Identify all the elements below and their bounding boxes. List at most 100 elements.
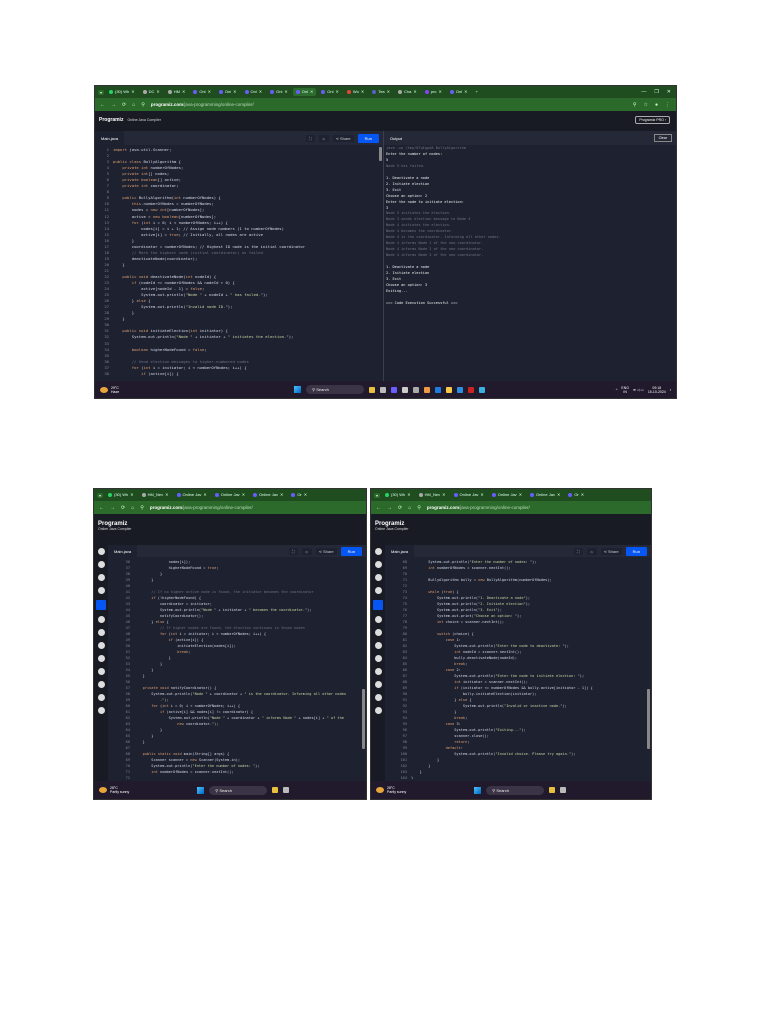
tab-close-icon[interactable]: ✕: [387, 89, 390, 94]
browser-tab[interactable]: Onl ✕: [318, 88, 342, 96]
tab-close-icon[interactable]: ✕: [182, 89, 185, 94]
site-info-icon[interactable]: ⚲: [141, 102, 145, 108]
url-field[interactable]: programiz.com/java-programming/online-co…: [150, 505, 253, 510]
browser-tab[interactable]: (30) Wh ✕: [382, 491, 414, 499]
browser-tab[interactable]: Or ✕: [288, 491, 310, 499]
browser-tab[interactable]: Or ✕: [565, 491, 587, 499]
sidebar-python-icon[interactable]: [374, 548, 382, 555]
taskbar-app-icon[interactable]: [446, 386, 453, 393]
taskbar-app-icon[interactable]: [468, 386, 475, 393]
sidebar-swift-icon[interactable]: [374, 694, 382, 701]
back-icon[interactable]: ←: [100, 102, 105, 108]
home-icon[interactable]: ⌂: [132, 102, 135, 108]
reload-icon[interactable]: ⟳: [122, 102, 126, 108]
browser-tab[interactable]: Onl ✕: [292, 87, 317, 97]
code-editor[interactable]: 36 nodes[i]); 37 higherNodeFound = true; 3…: [108, 559, 362, 779]
site-info-icon[interactable]: ⚲: [140, 505, 144, 511]
reload-icon[interactable]: ⟳: [398, 505, 402, 511]
tray-chevron-icon[interactable]: ^: [616, 388, 618, 392]
browser-tab[interactable]: HM_Nev ✕: [416, 491, 449, 499]
tab-close-icon[interactable]: ✕: [304, 492, 307, 497]
taskbar-app-icon[interactable]: [391, 386, 398, 393]
tab-search-button[interactable]: ▾: [374, 492, 380, 498]
home-icon[interactable]: ⌂: [131, 505, 134, 511]
forward-icon[interactable]: →: [110, 505, 115, 511]
taskbar-app-icon[interactable]: [424, 386, 431, 393]
taskbar-app-icon[interactable]: [457, 386, 464, 393]
sidebar-c-icon[interactable]: [374, 616, 382, 623]
code-editor[interactable]: 1 import java.util.Scanner; 2 3 public class…: [95, 147, 379, 379]
tab-close-icon[interactable]: ✕: [259, 89, 262, 94]
tab-close-icon[interactable]: ✕: [464, 89, 467, 94]
theme-toggle-icon[interactable]: ☼: [301, 547, 312, 555]
language-indicator[interactable]: ENG IN: [621, 386, 629, 394]
browser-tab[interactable]: Onl ✕: [447, 88, 471, 96]
minimize-button[interactable]: —: [641, 89, 646, 95]
sidebar-java-icon[interactable]: [96, 600, 106, 610]
run-button[interactable]: Run: [625, 546, 647, 556]
start-button[interactable]: [197, 786, 205, 794]
run-button[interactable]: Run: [357, 133, 379, 143]
sidebar-csharp-icon[interactable]: [97, 642, 105, 649]
weather-widget[interactable]: 28°C Partly sunny: [94, 786, 129, 794]
clock[interactable]: 09:18 15-10-2024: [648, 386, 666, 394]
weather-widget[interactable]: 28°C Partly sunny: [371, 786, 406, 794]
notification-icon[interactable]: ▪: [670, 388, 671, 392]
zoom-icon[interactable]: ⚲: [633, 102, 637, 108]
reload-icon[interactable]: ⟳: [121, 505, 125, 511]
sidebar-c-icon[interactable]: [97, 616, 105, 623]
tab-close-icon[interactable]: ✕: [310, 89, 313, 94]
back-icon[interactable]: ←: [99, 505, 104, 511]
browser-tab[interactable]: Online Jav ✕: [489, 491, 525, 499]
tab-close-icon[interactable]: ✕: [361, 89, 364, 94]
browser-tab[interactable]: DC ✕: [140, 88, 163, 96]
home-icon[interactable]: ⌂: [408, 505, 411, 511]
sidebar-rust-icon[interactable]: [374, 707, 382, 714]
fullscreen-icon[interactable]: ⛶: [306, 134, 315, 142]
sidebar-html-icon[interactable]: [374, 587, 382, 594]
file-tab-main-java[interactable]: Main.java: [108, 545, 138, 557]
tab-close-icon[interactable]: ✕: [413, 89, 416, 94]
browser-tab[interactable]: (30) Wh ✕: [105, 491, 137, 499]
share-button[interactable]: ⋖ Share: [315, 547, 337, 555]
tab-search-button[interactable]: ▾: [98, 89, 104, 95]
profile-icon[interactable]: ●: [655, 102, 658, 108]
new-tab-button[interactable]: +: [472, 88, 480, 96]
browser-tab[interactable]: Online Jav ✕: [174, 491, 210, 499]
editor-scrollbar[interactable]: [362, 689, 365, 749]
taskbar-search[interactable]: ⚲ Search: [209, 785, 268, 795]
browser-tab[interactable]: Wo ✕: [344, 88, 367, 96]
sidebar-python-icon[interactable]: [97, 548, 105, 555]
forward-icon[interactable]: →: [387, 505, 392, 511]
back-icon[interactable]: ←: [376, 505, 381, 511]
browser-tab[interactable]: Online Jav ✕: [527, 491, 563, 499]
taskbar-search[interactable]: ⚲ Search: [306, 385, 365, 394]
browser-tab[interactable]: Online Jav ✕: [250, 491, 286, 499]
browser-tab[interactable]: Onl ✕: [190, 88, 214, 96]
tab-close-icon[interactable]: ✕: [131, 89, 134, 94]
url-field[interactable]: programiz.com/java-programming/online-co…: [151, 102, 254, 107]
tab-close-icon[interactable]: ✕: [557, 492, 560, 497]
taskbar-app-icon[interactable]: [549, 787, 556, 793]
file-tab-main-java[interactable]: Main.java: [385, 545, 415, 557]
file-tab-main-java[interactable]: Main.java: [95, 131, 125, 145]
panel-divider[interactable]: [383, 131, 384, 381]
run-button[interactable]: Run: [340, 546, 362, 556]
tab-close-icon[interactable]: ✕: [130, 492, 133, 497]
taskbar-app-icon[interactable]: [380, 386, 387, 393]
tab-close-icon[interactable]: ✕: [165, 492, 168, 497]
clear-button[interactable]: Clear: [653, 134, 672, 142]
fullscreen-icon[interactable]: ⛶: [574, 547, 583, 555]
browser-tab[interactable]: HM ✕: [165, 88, 189, 96]
sidebar-go-icon[interactable]: [374, 668, 382, 675]
taskbar-app-icon[interactable]: [283, 787, 290, 793]
tab-close-icon[interactable]: ✕: [156, 89, 159, 94]
tab-close-icon[interactable]: ✕: [407, 492, 410, 497]
tab-close-icon[interactable]: ✕: [242, 492, 245, 497]
sidebar-swift-icon[interactable]: [97, 694, 105, 701]
weather-widget[interactable]: 29°C Haze: [95, 386, 119, 394]
tab-close-icon[interactable]: ✕: [438, 89, 441, 94]
browser-tab[interactable]: pro ✕: [422, 88, 445, 96]
taskbar-app-icon[interactable]: [369, 386, 376, 393]
sidebar-sql-icon[interactable]: [374, 574, 382, 581]
